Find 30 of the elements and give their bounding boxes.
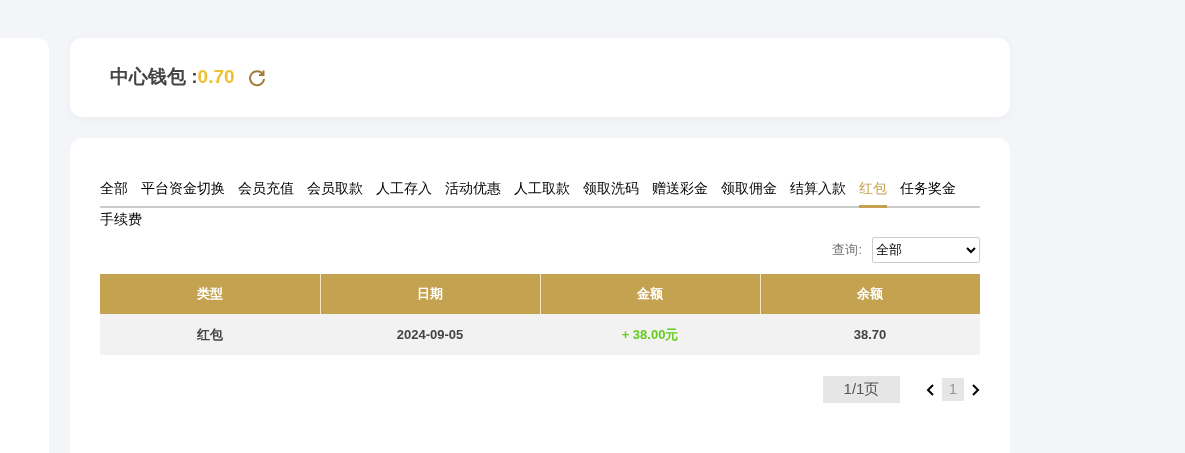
wallet-label: 中心钱包 : (110, 65, 198, 90)
table-cell: 2024-09-05 (320, 314, 540, 355)
filter-tab[interactable]: 任务奖金 (900, 174, 956, 208)
table-cell: 红包 (100, 314, 320, 355)
chevron-right-icon[interactable] (970, 382, 980, 397)
chevron-left-icon[interactable] (926, 382, 936, 397)
filter-tab[interactable]: 平台资金切换 (141, 174, 225, 208)
table-cell: + 38.00元 (540, 314, 760, 355)
filter-select[interactable]: 全部 (872, 237, 980, 263)
filter-tab[interactable]: 人工存入 (376, 174, 432, 208)
column-header: 余额 (760, 274, 980, 314)
column-header: 日期 (320, 274, 540, 314)
filter-tab[interactable]: 赠送彩金 (652, 174, 708, 208)
filter-tab[interactable]: 领取洗码 (583, 174, 639, 208)
filter-tab[interactable]: 领取佣金 (721, 174, 777, 208)
filter-tab[interactable]: 结算入款 (790, 174, 846, 208)
filter-tab[interactable]: 手续费 (100, 205, 142, 239)
column-header: 金额 (540, 274, 760, 314)
filter-tab[interactable]: 会员取款 (307, 174, 363, 208)
filter-tab[interactable]: 会员充值 (238, 174, 294, 208)
chevron-down-icon (966, 246, 976, 254)
filter-label: 查询: (832, 241, 862, 260)
table-cell: 38.70 (760, 314, 980, 355)
filter-tab[interactable]: 活动优惠 (445, 174, 501, 208)
filter-tab[interactable]: 人工取款 (514, 174, 570, 208)
wallet-balance: 0.70 (197, 65, 235, 90)
column-header: 类型 (100, 274, 320, 314)
refresh-icon[interactable] (246, 67, 267, 88)
page-count: 1/1页 (823, 376, 900, 403)
filter-tab[interactable]: 全部 (100, 174, 128, 208)
